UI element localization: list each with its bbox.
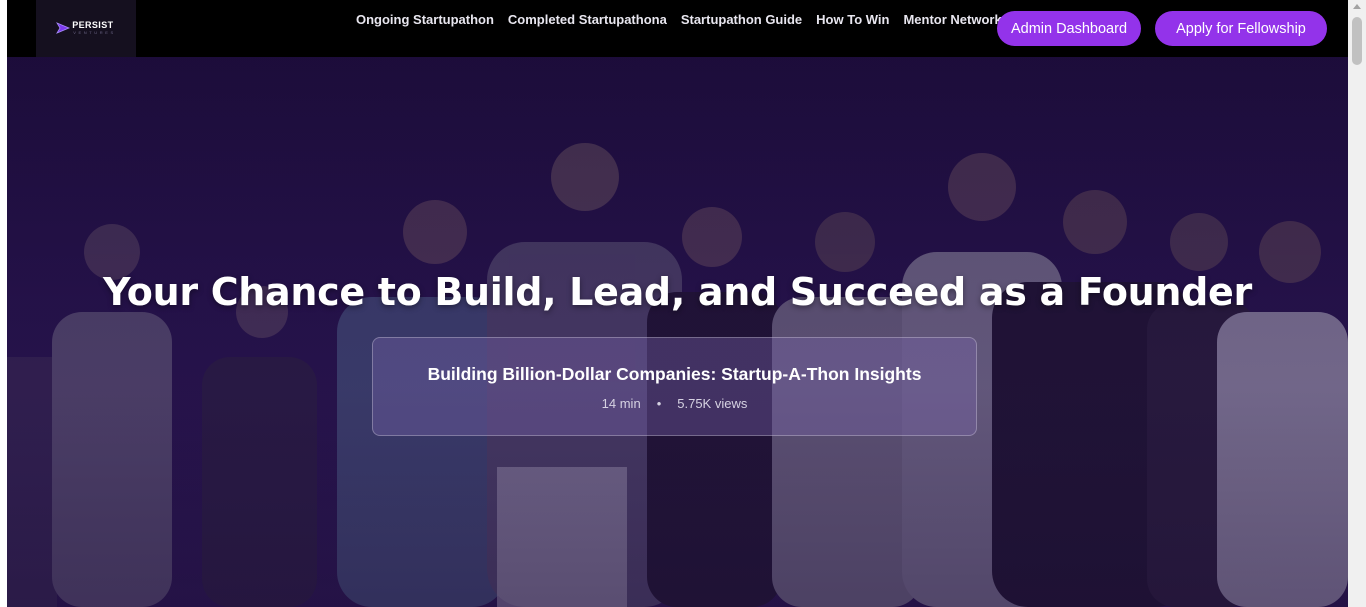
- logo-mark: PERSIST VENTURES: [56, 19, 116, 35]
- logo-arrow-icon: [56, 21, 71, 34]
- nav-link-mentor-network[interactable]: Mentor Network: [903, 12, 1001, 27]
- nav-link-startupathon-guide[interactable]: Startupathon Guide: [681, 12, 802, 27]
- brand-logo[interactable]: PERSIST VENTURES: [36, 0, 136, 57]
- vertical-scrollbar[interactable]: [1348, 0, 1366, 607]
- video-meta: 14 min • 5.75K views: [373, 396, 976, 411]
- scroll-up-arrow-icon[interactable]: [1353, 4, 1361, 9]
- admin-dashboard-button[interactable]: Admin Dashboard: [997, 11, 1141, 46]
- top-navbar: PERSIST VENTURES Ongoing Startupathon Co…: [7, 0, 1348, 57]
- video-card[interactable]: Building Billion-Dollar Companies: Start…: [372, 337, 977, 436]
- nav-link-how-to-win[interactable]: How To Win: [816, 12, 889, 27]
- nav-link-completed-startupathona[interactable]: Completed Startupathona: [508, 12, 667, 27]
- hero-section: Your Chance to Build, Lead, and Succeed …: [7, 57, 1348, 607]
- logo-subword: VENTURES: [73, 29, 116, 35]
- scrollbar-thumb[interactable]: [1352, 17, 1362, 65]
- nav-links: Ongoing Startupathon Completed Startupat…: [356, 12, 1002, 27]
- logo-word: PERSIST: [72, 19, 114, 30]
- logo-text: PERSIST VENTURES: [72, 19, 116, 35]
- hero-title: Your Chance to Build, Lead, and Succeed …: [103, 270, 1252, 314]
- hero-overlay: [7, 57, 1348, 607]
- video-views: 5.75K views: [677, 396, 748, 411]
- video-duration: 14 min: [601, 396, 641, 411]
- apply-fellowship-button[interactable]: Apply for Fellowship: [1155, 11, 1327, 46]
- nav-link-ongoing-startupathon[interactable]: Ongoing Startupathon: [356, 12, 494, 27]
- meta-separator: •: [656, 396, 662, 411]
- video-title: Building Billion-Dollar Companies: Start…: [427, 364, 922, 384]
- page: PERSIST VENTURES Ongoing Startupathon Co…: [7, 0, 1348, 607]
